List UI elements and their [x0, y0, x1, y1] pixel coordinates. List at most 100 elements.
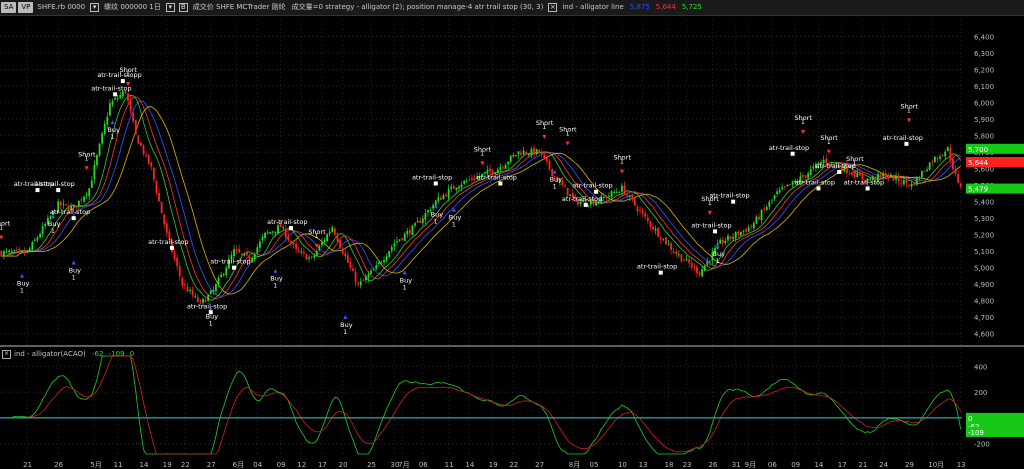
candle-body	[926, 169, 928, 172]
x-tick-label: 13	[957, 461, 966, 469]
candle-body	[424, 213, 427, 220]
candle-body	[949, 147, 952, 160]
candle-body	[608, 195, 610, 197]
candle-body	[776, 191, 779, 194]
candle-body	[282, 227, 285, 229]
candle-body	[308, 257, 310, 259]
candle-body	[747, 227, 750, 232]
x-tick-label: 13	[639, 461, 648, 469]
candle-body	[297, 249, 300, 252]
candle-body	[610, 191, 613, 198]
candle-body	[442, 195, 445, 199]
subpanel-value-2: -109	[108, 350, 125, 358]
trade-label: atr-trail-stop	[187, 302, 227, 310]
candle-body	[672, 251, 675, 253]
trade-label: atr-trail-stop	[91, 84, 131, 92]
subpanel-value-3: 0	[129, 350, 135, 358]
buy-arrow-icon	[402, 270, 407, 275]
candle-body	[683, 260, 685, 262]
trade-label: atr-trail-stop	[477, 173, 517, 181]
candle-body	[34, 239, 36, 241]
candle-body	[106, 116, 109, 125]
candle-body	[928, 162, 931, 170]
candle-body	[284, 228, 287, 238]
candle-body	[437, 197, 440, 202]
candle-body	[300, 251, 303, 253]
y-tick-label: 5,900	[974, 116, 994, 124]
trade-label: atr-trail-stop	[769, 144, 809, 152]
trade-qty: 1	[553, 184, 557, 191]
candle-body	[158, 192, 160, 202]
candle-body	[639, 209, 641, 211]
candle-body	[116, 97, 119, 100]
vp-button[interactable]: VP	[18, 2, 34, 13]
candle-body	[724, 241, 727, 244]
x-tick-label: 8月	[569, 461, 580, 469]
candle-body	[83, 196, 85, 202]
trade-label: Short	[820, 134, 838, 142]
candle-body	[235, 249, 238, 251]
candle-body	[26, 251, 29, 253]
close-icon[interactable]: ×	[548, 3, 558, 12]
trade-label: Buy	[48, 220, 61, 228]
candle-body	[677, 254, 680, 256]
candle-body	[688, 258, 691, 264]
trade-label: Short	[846, 155, 864, 163]
trade-qty: 1	[209, 321, 213, 328]
alligator-lips-line	[1, 94, 962, 301]
candle-body	[414, 223, 416, 226]
candle-body	[176, 257, 179, 267]
trade-qty: 1	[110, 134, 114, 141]
x-tick-label: 10月	[928, 461, 944, 469]
candle-body	[393, 243, 396, 247]
dropdown-icon[interactable]: ▾	[90, 3, 100, 12]
price-tag-label: 5,479	[968, 186, 988, 194]
candle-body	[858, 172, 861, 176]
candle-body	[465, 180, 468, 182]
candle-body	[173, 251, 176, 259]
x-tick-label: 23	[683, 461, 692, 469]
candle-body	[305, 254, 308, 260]
alligator-line-line	[1, 106, 961, 295]
candle-body	[760, 210, 763, 221]
candle-body	[698, 272, 701, 275]
candle-body	[178, 266, 181, 277]
symbol-menu-button[interactable]: SA	[1, 2, 17, 13]
candle-body	[2, 251, 5, 257]
candle-body	[0, 251, 3, 257]
candle-body	[101, 133, 104, 144]
candle-body	[918, 177, 921, 179]
candle-body	[207, 294, 210, 301]
candle-body	[781, 187, 784, 190]
close-icon[interactable]: ×	[2, 350, 11, 359]
candle-body	[90, 180, 93, 188]
candle-body	[114, 98, 116, 100]
candle-body	[452, 186, 455, 189]
candle-body	[892, 174, 895, 181]
trade-label: Buy	[449, 214, 462, 222]
candle-body	[331, 227, 334, 233]
instrument-label: 螺纹 000000 1日	[104, 3, 161, 11]
chart-canvas[interactable]: atr-trail-stoppatr-trail-stop1Shortatr-t…	[0, 16, 1024, 469]
trade-label: atr-trail-stop	[50, 208, 90, 216]
subpanel-value-1: -62	[92, 350, 104, 358]
candle-body	[132, 112, 135, 122]
candle-body	[667, 244, 670, 246]
candle-body	[789, 184, 791, 186]
candle-body	[80, 199, 83, 201]
candle-body	[287, 236, 290, 241]
candle-body	[773, 195, 776, 200]
sell-arrow-icon	[619, 169, 624, 174]
x-tick-label: 6月	[233, 461, 244, 469]
oscillator-green-line	[1, 355, 962, 455]
candle-body	[719, 239, 722, 244]
candle-body	[377, 262, 380, 264]
y-tick-label: 4,700	[974, 314, 994, 322]
candle-body	[59, 201, 62, 206]
candle-body	[641, 211, 644, 214]
x-tick-label: 25	[367, 461, 376, 469]
candle-body	[396, 241, 398, 243]
settings-icon[interactable]: B	[178, 3, 188, 12]
dropdown-icon[interactable]: ▾	[165, 3, 175, 12]
candles	[0, 89, 962, 307]
